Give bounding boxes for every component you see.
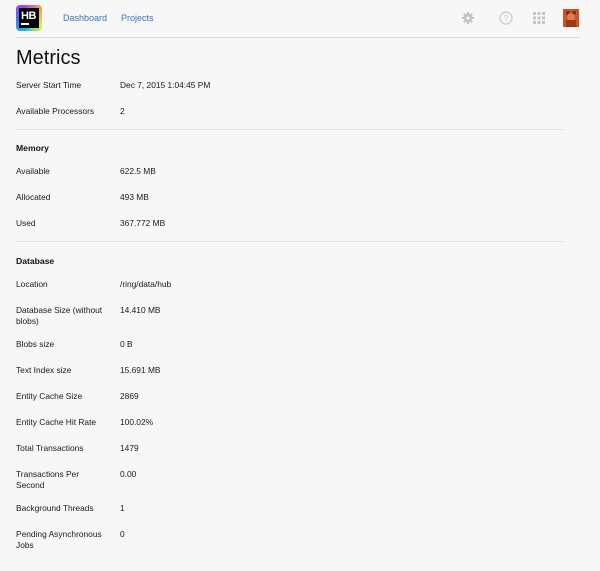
- section-divider: [16, 241, 564, 242]
- logo-text: HB: [21, 10, 36, 22]
- page-title: Metrics: [16, 47, 81, 69]
- metric-label: Used: [16, 218, 36, 228]
- metric-value: 14.410 MB: [120, 305, 161, 315]
- section-divider: [16, 129, 564, 130]
- nav-dashboard[interactable]: Dashboard: [63, 13, 107, 23]
- user-avatar[interactable]: [563, 9, 579, 27]
- metric-value: 367.772 MB: [120, 218, 166, 228]
- memory-heading: Memory: [16, 143, 49, 153]
- metric-value: 1479: [120, 443, 139, 453]
- metric-value: 0 B: [120, 339, 133, 349]
- metric-value: 2869: [120, 391, 139, 401]
- metric-value: Dec 7, 2015 1:04:45 PM: [120, 80, 211, 90]
- metric-label: Entity Cache Size: [16, 391, 83, 401]
- metric-value: 1: [120, 503, 125, 513]
- metric-label: Location: [16, 279, 48, 289]
- metric-value: 15.691 MB: [120, 365, 161, 375]
- metric-value: 0: [120, 529, 125, 539]
- metric-value: 100.02%: [120, 417, 154, 427]
- metric-label: Text Index size: [16, 365, 72, 375]
- header-divider: [16, 37, 580, 38]
- metric-label: Entity Cache Hit Rate: [16, 417, 97, 427]
- metric-label: Total Transactions: [16, 443, 84, 453]
- svg-text:?: ?: [504, 14, 509, 23]
- metric-label: Blobs size: [16, 339, 55, 349]
- help-icon[interactable]: ?: [498, 10, 514, 26]
- hub-logo[interactable]: HB: [16, 5, 42, 31]
- metric-value: 622.5 MB: [120, 166, 156, 176]
- metric-label: Available Processors: [16, 106, 95, 116]
- settings-icon[interactable]: [460, 10, 476, 26]
- top-header: HB Dashboard Projects ?: [0, 0, 600, 37]
- metric-label: Server Start Time: [16, 80, 82, 90]
- metric-value: 493 MB: [120, 192, 149, 202]
- metric-label: Available: [16, 166, 50, 176]
- metric-label: Transactions Per Second: [16, 469, 79, 490]
- metric-label: Database Size (without blobs): [16, 305, 103, 326]
- metric-label: Allocated: [16, 192, 51, 202]
- logo-mark: HB: [19, 8, 39, 28]
- metric-value: 0.00: [120, 469, 137, 479]
- metric-label: Background Threads: [16, 503, 94, 513]
- metric-label: Pending Asynchronous Jobs: [16, 529, 102, 550]
- nav-projects[interactable]: Projects: [121, 13, 154, 23]
- metric-value: 2: [120, 106, 125, 116]
- database-heading: Database: [16, 256, 55, 266]
- metric-value: /ring/data/hub: [120, 279, 172, 289]
- apps-grid-icon[interactable]: [531, 10, 547, 26]
